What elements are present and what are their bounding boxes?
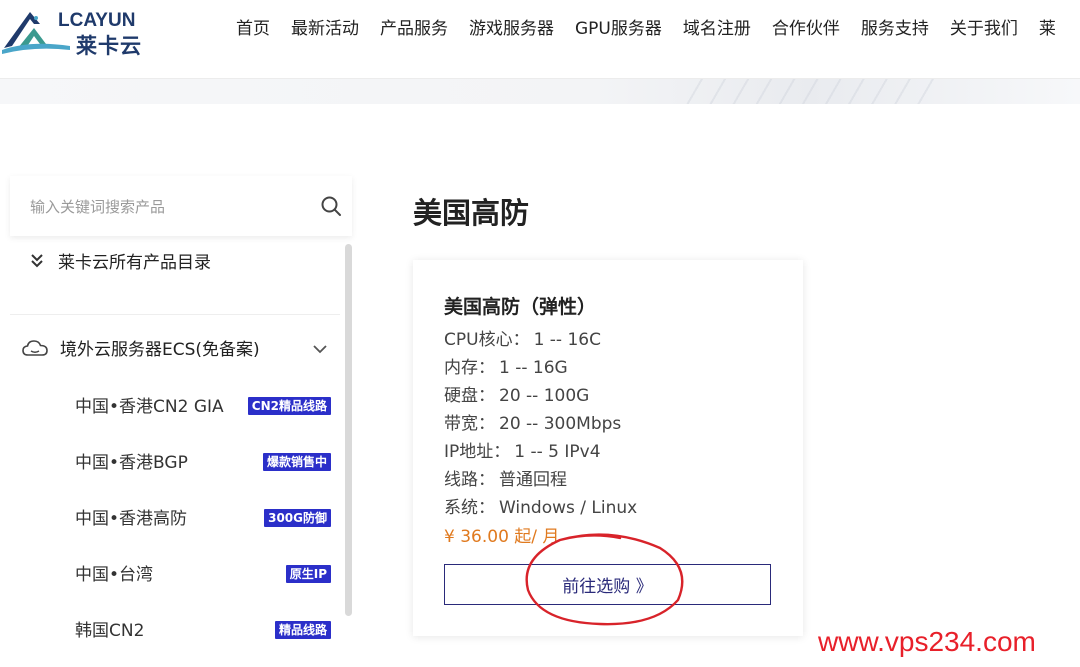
- chevron-down-icon[interactable]: [312, 343, 328, 355]
- nav-gpu-servers[interactable]: GPU服务器: [575, 18, 662, 40]
- spec-label: IP地址：: [444, 442, 511, 462]
- list-item[interactable]: 中国•香港CN2 GIA CN2精品线路: [75, 395, 331, 419]
- sidebar-divider: [10, 314, 340, 315]
- list-item-name: 中国•香港高防: [75, 509, 188, 529]
- sidebar-scrollbar[interactable]: [345, 244, 352, 616]
- spec-route: 线路： 普通回程: [444, 469, 567, 491]
- cloud-icon: [22, 339, 48, 356]
- spec-label: CPU核心：: [444, 330, 530, 350]
- search-box: [10, 176, 352, 236]
- spec-disk: 硬盘： 20 -- 100G: [444, 385, 589, 407]
- list-item-name: 中国•台湾: [75, 565, 154, 585]
- spec-label: 硬盘：: [444, 386, 495, 406]
- product-card-title: 美国高防（弹性）: [444, 296, 597, 318]
- list-item[interactable]: 韩国CN2 精品线路: [75, 619, 331, 643]
- nav-more-truncated[interactable]: 莱: [1039, 18, 1056, 40]
- double-chevron-down-icon: [31, 253, 43, 267]
- buy-button[interactable]: 前往选购 》: [444, 564, 771, 605]
- main-nav: 首页 最新活动 产品服务 游戏服务器 GPU服务器 域名注册 合作伙伴 服务支持…: [236, 18, 1077, 40]
- list-item-name: 韩国CN2: [75, 621, 145, 641]
- nav-home[interactable]: 首页: [236, 18, 270, 40]
- list-item-badge: 精品线路: [274, 621, 331, 639]
- spec-os: 系统： Windows / Linux: [444, 497, 637, 519]
- nav-partners[interactable]: 合作伙伴: [772, 18, 840, 40]
- list-item-name: 中国•香港CN2 GIA: [75, 397, 224, 417]
- spec-value: 1 -- 5 IPv4: [514, 442, 601, 462]
- logo-latin-text: LCAYUN: [58, 10, 136, 31]
- spec-value: 1 -- 16C: [533, 330, 601, 350]
- site-header: LCAYUN 莱卡云 首页 最新活动 产品服务 游戏服务器 GPU服务器 域名注…: [0, 0, 1080, 79]
- nav-support[interactable]: 服务支持: [861, 18, 929, 40]
- list-item-name: 中国•香港BGP: [75, 453, 188, 473]
- list-item[interactable]: 中国•香港高防 300G防御: [75, 507, 331, 531]
- search-icon[interactable]: [320, 195, 342, 217]
- product-price: ¥ 36.00 起/ 月: [444, 527, 560, 547]
- nav-game-servers[interactable]: 游戏服务器: [469, 18, 554, 40]
- nav-products[interactable]: 产品服务: [380, 18, 448, 40]
- banner-strip: [0, 79, 1080, 104]
- spec-memory: 内存： 1 -- 16G: [444, 357, 568, 379]
- list-item[interactable]: 中国•香港BGP 爆款销售中: [75, 451, 331, 475]
- list-item-badge: 300G防御: [264, 509, 331, 527]
- spec-label: 线路：: [444, 470, 495, 490]
- nav-latest-events[interactable]: 最新活动: [291, 18, 359, 40]
- logo-cn-text: 莱卡云: [76, 34, 142, 58]
- nav-about[interactable]: 关于我们: [950, 18, 1018, 40]
- logo[interactable]: LCAYUN 莱卡云: [0, 4, 160, 58]
- spec-label: 系统：: [444, 498, 495, 518]
- spec-label: 带宽：: [444, 414, 495, 434]
- list-item-badge: 爆款销售中: [262, 453, 331, 471]
- spec-bandwidth: 带宽： 20 -- 300Mbps: [444, 413, 621, 435]
- spec-value: 20 -- 300Mbps: [499, 414, 622, 434]
- search-input[interactable]: [28, 192, 312, 222]
- spec-value: 20 -- 100G: [499, 386, 590, 406]
- list-item-badge: CN2精品线路: [247, 397, 331, 415]
- list-item-badge: 原生IP: [285, 565, 331, 583]
- spec-ip: IP地址： 1 -- 5 IPv4: [444, 441, 601, 463]
- category-ecs-label: 境外云服务器ECS(免备案): [60, 340, 260, 360]
- product-card: 美国高防（弹性） CPU核心： 1 -- 16C 内存： 1 -- 16G 硬盘： 2…: [413, 260, 803, 636]
- spec-label: 内存：: [444, 358, 495, 378]
- spec-value: 普通回程: [499, 470, 567, 490]
- watermark: www.vps234.com: [818, 626, 1036, 657]
- spec-value: 1 -- 16G: [499, 358, 568, 378]
- page-title: 美国高防: [413, 196, 530, 230]
- list-item[interactable]: 中国•台湾 原生IP: [75, 563, 331, 587]
- category-ecs[interactable]: 境外云服务器ECS(免备案): [22, 335, 352, 360]
- spec-cpu: CPU核心： 1 -- 16C: [444, 329, 601, 351]
- spec-value: Windows / Linux: [499, 498, 638, 518]
- catalog-link[interactable]: 莱卡云所有产品目录: [28, 248, 358, 273]
- nav-domain[interactable]: 域名注册: [683, 18, 751, 40]
- catalog-label: 莱卡云所有产品目录: [58, 253, 211, 273]
